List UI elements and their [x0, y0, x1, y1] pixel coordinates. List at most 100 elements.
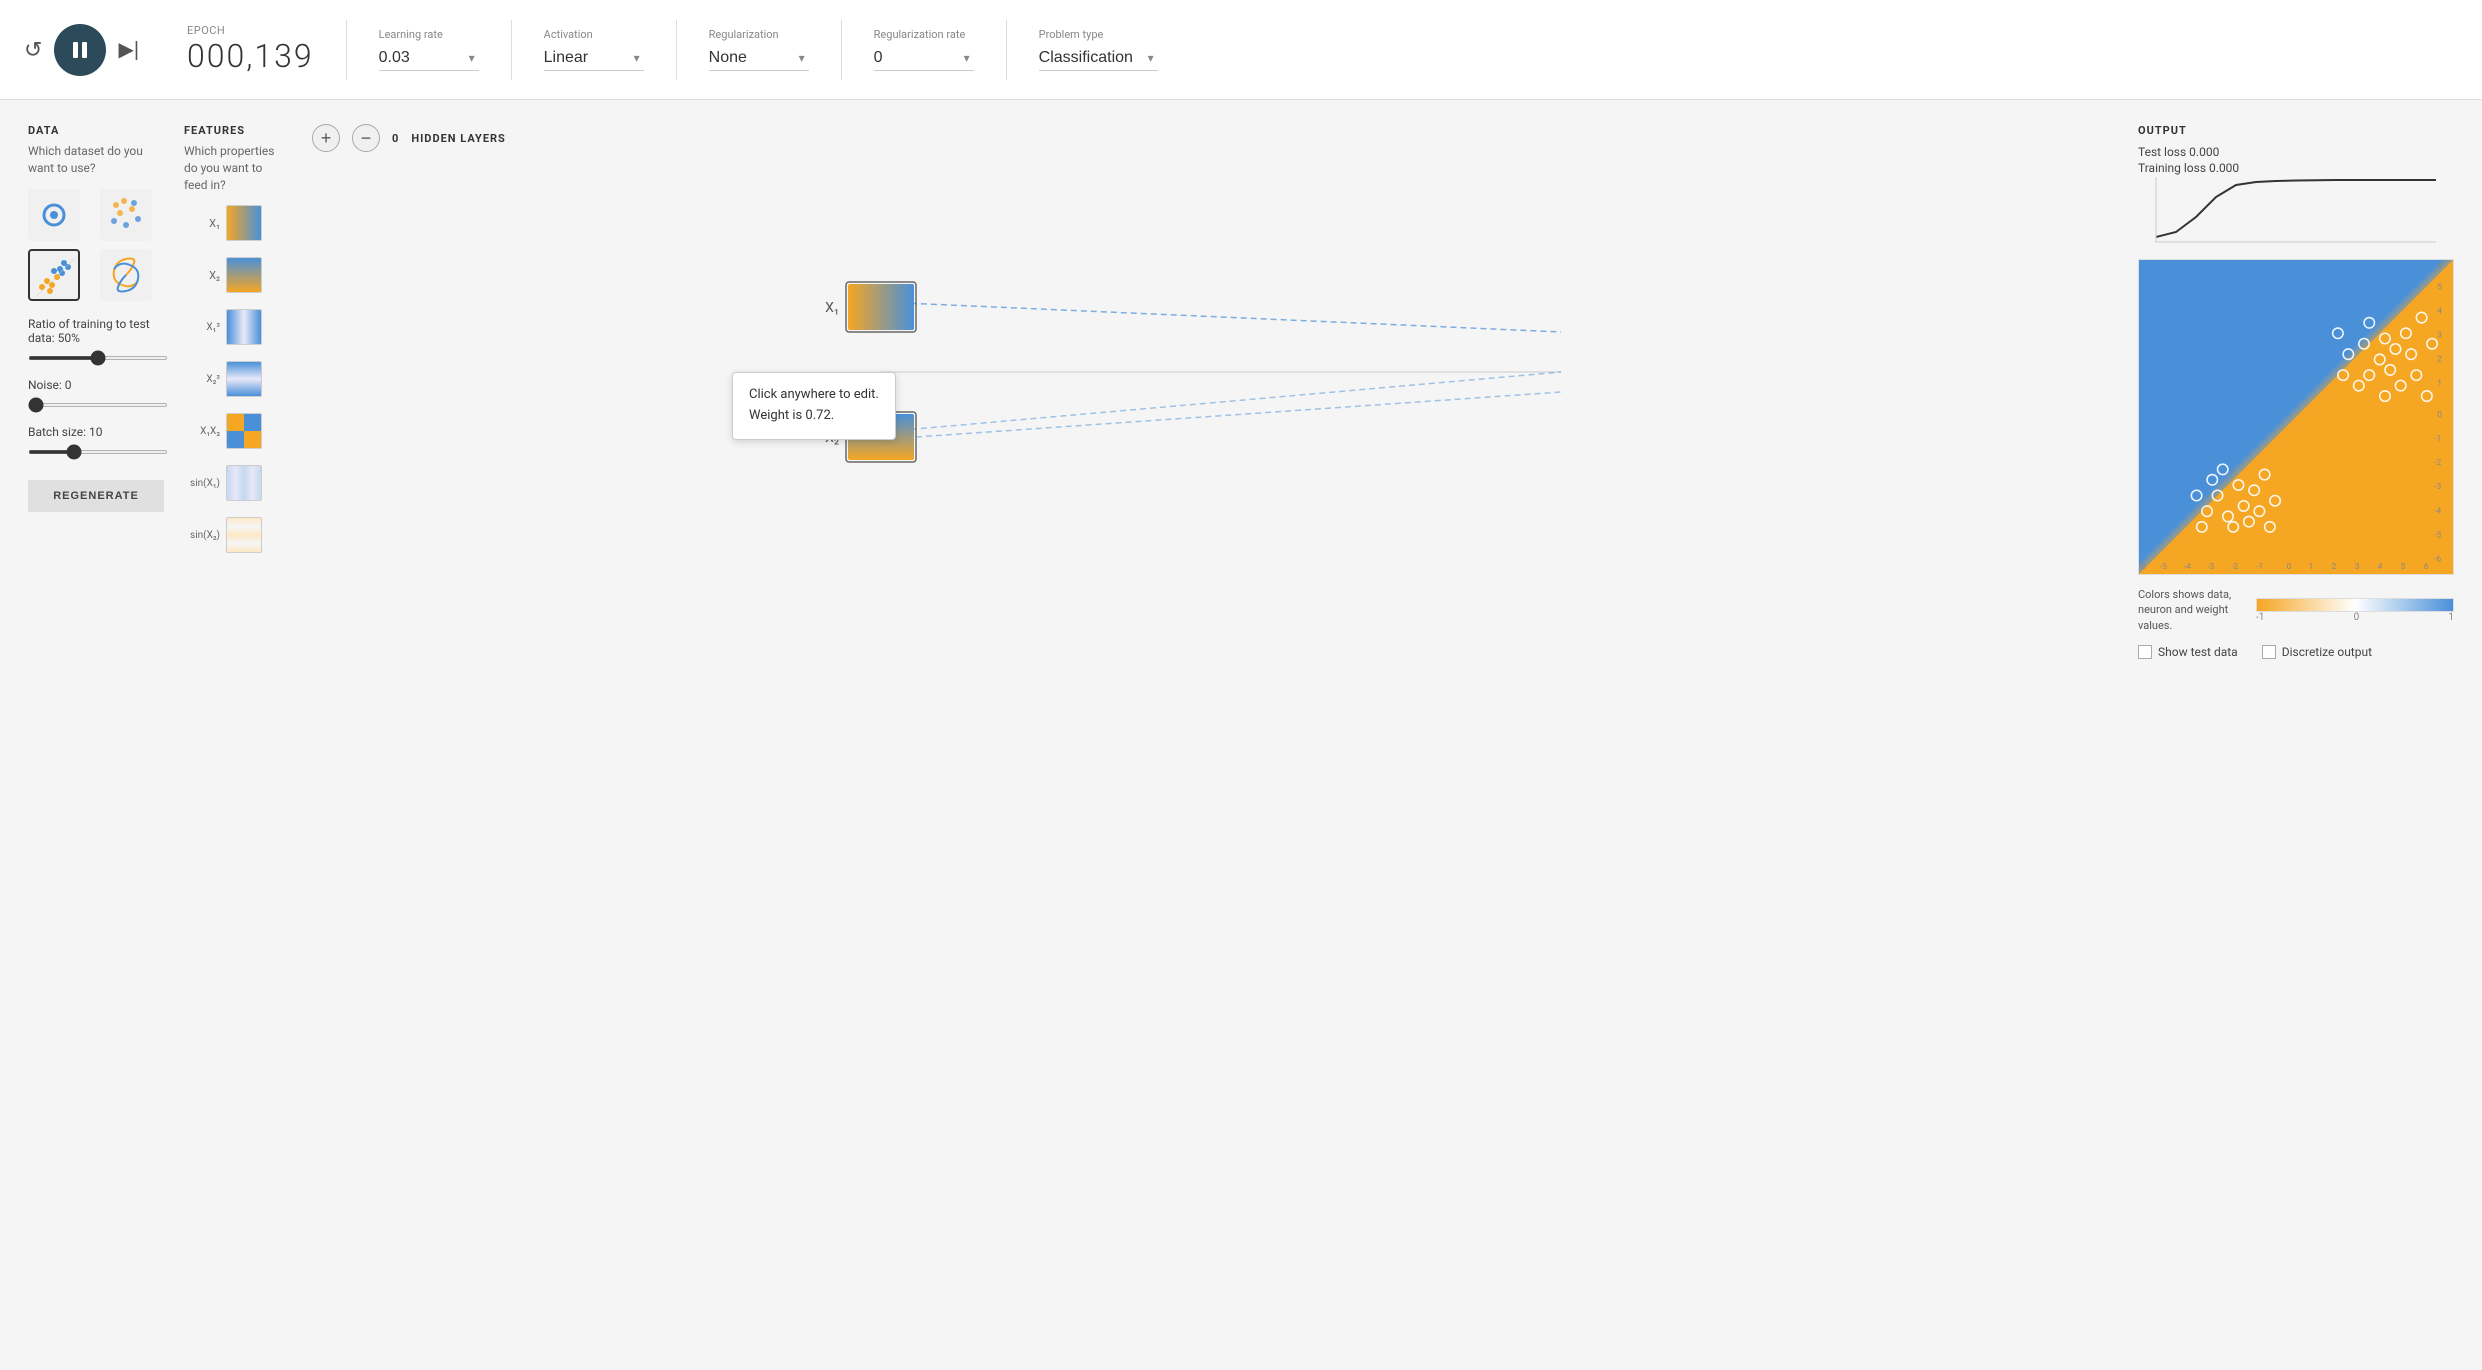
- show-test-data-checkbox[interactable]: [2138, 645, 2152, 659]
- training-loss-row: Training loss 0.000: [2138, 161, 2454, 175]
- svg-text:-4: -4: [2184, 562, 2191, 572]
- feature-sinx2-icon: [227, 518, 261, 552]
- svg-text:-6: -6: [2434, 554, 2441, 564]
- noise-slider[interactable]: [28, 403, 168, 407]
- test-loss-value: 0.000: [2189, 145, 2219, 159]
- feature-sinx1[interactable]: sin(X₁): [184, 465, 288, 501]
- reg-rate-label: Regularization rate: [874, 28, 974, 41]
- hidden-layers-header: + − 0 HIDDEN LAYERS: [312, 124, 2110, 152]
- tooltip-line2: Weight is 0.72.: [749, 406, 879, 427]
- regenerate-button[interactable]: REGENERATE: [28, 480, 164, 512]
- dataset-spiral[interactable]: [100, 249, 152, 301]
- feature-x1sq-icon: [227, 310, 261, 344]
- color-bar-ticks: -1 0 1: [2256, 612, 2454, 623]
- learning-rate-select[interactable]: 0.000010.00010.0010.030.11310: [379, 45, 479, 71]
- test-loss-row: Test loss 0.000: [2138, 145, 2454, 159]
- activation-label: Activation: [544, 28, 644, 41]
- feature-x1-label: X₁: [184, 217, 220, 230]
- svg-text:-4: -4: [2434, 506, 2441, 516]
- svg-text:6: 6: [2437, 261, 2442, 271]
- feature-x1sq[interactable]: X₁²: [184, 309, 288, 345]
- feature-x2sq-thumb: [226, 361, 262, 397]
- activation-wrapper: ReLUTanhLinearSigmoid: [544, 45, 644, 71]
- reg-rate-select[interactable]: 00.0010.0030.010.030.10.31310: [874, 45, 974, 71]
- svg-text:X₁: X₁: [825, 300, 839, 316]
- svg-text:-5: -5: [2434, 530, 2441, 540]
- controls: ↺ ▶|: [24, 24, 139, 76]
- network-svg: X₁ X₂: [312, 172, 2110, 572]
- divider3: [676, 20, 677, 80]
- output-viz-wrapper: -6 -5 -4 -3 -2 -1 0 1 2 3 4 5 6 6 5 4 3 …: [2138, 259, 2454, 579]
- dataset-spiral-icon: [104, 253, 148, 297]
- features-panel: FEATURES Which properties do you want to…: [176, 124, 296, 1346]
- feature-sinx2-label: sin(X₂): [184, 530, 220, 541]
- pause-icon: [70, 40, 90, 60]
- dataset-grid: [28, 189, 164, 301]
- svg-text:0: 0: [2437, 410, 2442, 420]
- regularization-wrapper: NoneL1L2: [709, 45, 809, 71]
- dataset-scatter[interactable]: [100, 189, 152, 241]
- dataset-circle-icon: [32, 193, 76, 237]
- ratio-slider[interactable]: [28, 356, 168, 360]
- svg-text:2: 2: [2437, 355, 2442, 365]
- feature-x2[interactable]: X₂: [184, 257, 288, 293]
- dataset-scatter-icon: [104, 193, 148, 237]
- feature-sinx2-thumb: [226, 517, 262, 553]
- learning-rate-label: Learning rate: [379, 28, 479, 41]
- remove-layer-button[interactable]: −: [352, 124, 380, 152]
- feature-x1-icon: [227, 206, 261, 240]
- ratio-label: Ratio of training to test data: 50%: [28, 317, 164, 345]
- svg-text:3: 3: [2437, 330, 2442, 340]
- divider: [346, 20, 347, 80]
- feature-x1x2[interactable]: X₁X₂: [184, 413, 288, 449]
- features-title: FEATURES: [184, 124, 288, 137]
- feature-x2-icon: [227, 258, 261, 292]
- svg-text:2: 2: [2332, 562, 2337, 572]
- epoch-label: Epoch: [187, 24, 314, 37]
- svg-text:-5: -5: [2160, 562, 2167, 572]
- divider5: [1006, 20, 1007, 80]
- output-title: OUTPUT: [2138, 124, 2454, 137]
- feature-x2sq-icon: [227, 362, 261, 396]
- main-content: DATA Which dataset do you want to use?: [0, 100, 2482, 1370]
- dataset-circle[interactable]: [28, 189, 80, 241]
- hidden-label: HIDDEN LAYERS: [411, 132, 506, 145]
- noise-label: Noise: 0: [28, 378, 164, 392]
- discretize-output-label[interactable]: Discretize output: [2262, 645, 2372, 659]
- svg-text:5: 5: [2401, 562, 2406, 572]
- svg-text:6: 6: [2424, 562, 2429, 572]
- add-layer-button[interactable]: +: [312, 124, 340, 152]
- epoch-value: 000,139: [187, 37, 314, 75]
- feature-sinx2[interactable]: sin(X₂): [184, 517, 288, 553]
- reg-rate-group: Regularization rate 00.0010.0030.010.030…: [874, 28, 974, 71]
- show-test-data-label[interactable]: Show test data: [2138, 645, 2238, 659]
- svg-text:1: 1: [2437, 379, 2442, 389]
- problem-type-select[interactable]: ClassificationRegression: [1039, 45, 1158, 71]
- discretize-output-checkbox[interactable]: [2262, 645, 2276, 659]
- dataset-diagonal[interactable]: [28, 249, 80, 301]
- divider4: [841, 20, 842, 80]
- feature-x1[interactable]: X₁: [184, 205, 288, 241]
- show-test-data-text: Show test data: [2158, 645, 2238, 659]
- output-visualization[interactable]: -6 -5 -4 -3 -2 -1 0 1 2 3 4 5 6 6 5 4 3 …: [2138, 259, 2454, 575]
- feature-x1x2-label: X₁X₂: [184, 426, 220, 437]
- svg-text:-3: -3: [2434, 482, 2441, 492]
- feature-x1x2-icon: [227, 414, 261, 448]
- feature-x2-label: X₂: [184, 269, 220, 282]
- pause-button[interactable]: [54, 24, 106, 76]
- activation-select[interactable]: ReLUTanhLinearSigmoid: [544, 45, 644, 71]
- network-panel: + − 0 HIDDEN LAYERS: [296, 124, 2126, 1346]
- batch-slider[interactable]: [28, 450, 168, 454]
- features-subtitle: Which properties do you want to feed in?: [184, 143, 288, 193]
- hidden-count: 0: [392, 132, 399, 145]
- feature-x1sq-label: X₁²: [184, 322, 220, 333]
- reset-button[interactable]: ↺: [24, 37, 42, 63]
- weight-tooltip: Click anywhere to edit. Weight is 0.72.: [732, 372, 896, 440]
- feature-sinx1-label: sin(X₁): [184, 478, 220, 489]
- reg-rate-wrapper: 00.0010.0030.010.030.10.31310: [874, 45, 974, 71]
- feature-x2sq[interactable]: X₂²: [184, 361, 288, 397]
- regularization-select[interactable]: NoneL1L2: [709, 45, 809, 71]
- discretize-output-text: Discretize output: [2282, 645, 2372, 659]
- step-button[interactable]: ▶|: [118, 37, 139, 62]
- regularization-label: Regularization: [709, 28, 809, 41]
